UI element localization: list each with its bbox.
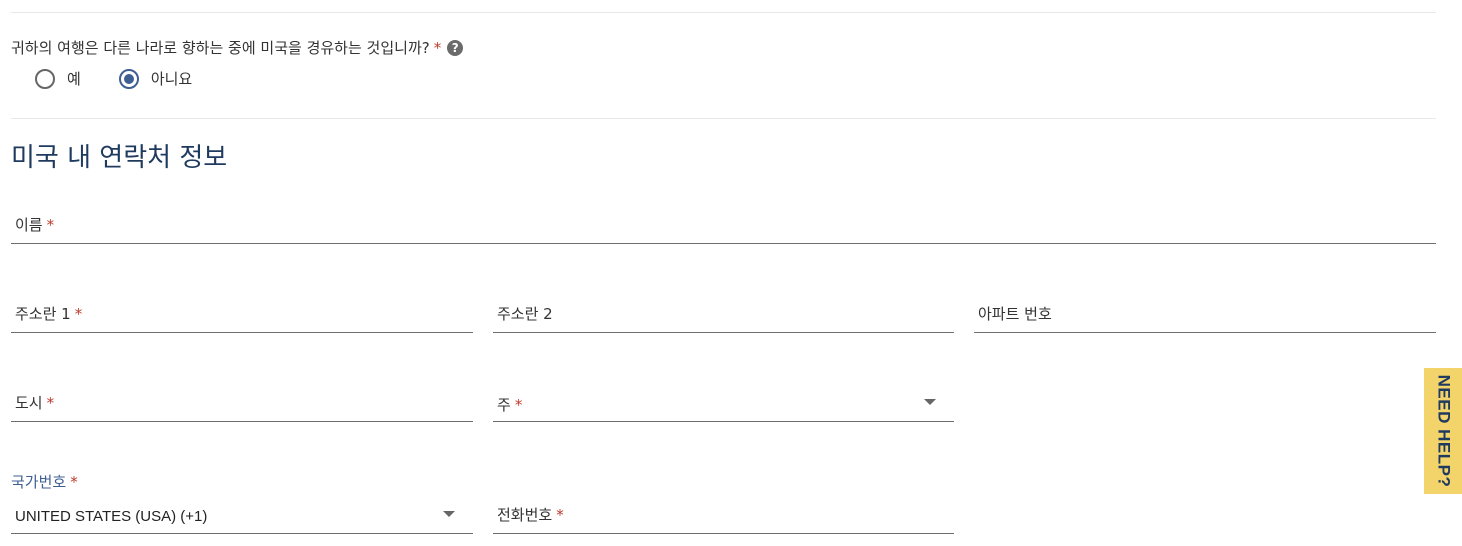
chevron-down-icon[interactable] xyxy=(924,399,936,405)
phone-field[interactable]: 전화번호 * xyxy=(493,494,954,534)
address2-field[interactable]: 주소란 2 xyxy=(493,293,954,333)
section-divider xyxy=(11,118,1436,119)
country-code-select[interactable]: UNITED STATES (USA) (+1) xyxy=(11,494,473,534)
radio-button-no[interactable] xyxy=(118,68,139,89)
need-help-label: NEED HELP? xyxy=(1434,374,1453,488)
apartment-field[interactable]: 아파트 번호 xyxy=(974,293,1436,333)
address1-field[interactable]: 주소란 1 * xyxy=(11,293,473,333)
radio-label-yes: 예 xyxy=(67,70,81,88)
question-circle-icon[interactable]: ? xyxy=(447,39,464,56)
radio-label-no: 아니요 xyxy=(150,70,193,88)
city-field[interactable]: 도시 * xyxy=(11,382,473,422)
transit-question-text: 귀하의 여행은 다른 나라로 향하는 중에 미국을 경유하는 것입니까? xyxy=(11,39,430,57)
transit-radio-group: 예 아니요 xyxy=(35,68,230,89)
radio-button-yes[interactable] xyxy=(35,68,55,89)
radio-option-yes[interactable]: 예 xyxy=(35,68,81,89)
top-divider xyxy=(11,12,1436,13)
name-field[interactable]: 이름 * xyxy=(11,204,1436,244)
country-code-value: UNITED STATES (USA) (+1) xyxy=(15,508,208,525)
state-label: 주 * xyxy=(497,396,523,414)
address2-input[interactable] xyxy=(493,302,954,332)
chevron-down-icon[interactable] xyxy=(443,511,455,517)
country-code-label: 국가번호 * xyxy=(11,473,78,491)
need-help-tab[interactable]: NEED HELP? xyxy=(1424,368,1462,494)
radio-option-no[interactable]: 아니요 xyxy=(118,68,193,89)
required-asterisk: * xyxy=(433,38,442,57)
name-input[interactable] xyxy=(11,213,1436,243)
section-title: 미국 내 연락처 정보 xyxy=(11,143,228,173)
city-input[interactable] xyxy=(11,391,473,421)
transit-question: 귀하의 여행은 다른 나라로 향하는 중에 미국을 경유하는 것입니까? * ? xyxy=(11,37,464,58)
apartment-input[interactable] xyxy=(974,302,1436,332)
phone-input[interactable] xyxy=(493,503,954,533)
state-select[interactable]: 주 * xyxy=(493,382,954,422)
radio-selected-dot xyxy=(123,73,134,84)
address1-input[interactable] xyxy=(11,302,473,332)
